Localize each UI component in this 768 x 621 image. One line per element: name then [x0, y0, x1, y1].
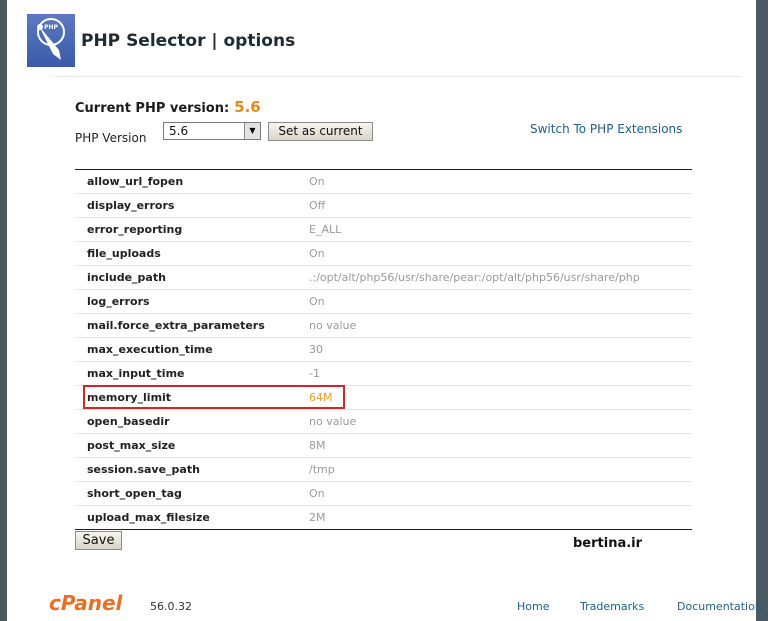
option-value[interactable]: no value: [309, 313, 692, 338]
watermark-text: bertina.ir: [573, 536, 643, 551]
option-name: include_path: [75, 265, 309, 290]
option-name: short_open_tag: [75, 481, 309, 506]
option-name: upload_max_filesize: [87, 511, 210, 524]
page: PHP PHP Selector | options Current PHP v…: [7, 0, 762, 621]
php-options-table: allow_url_fopen On display_errors Off erro…: [75, 169, 692, 530]
table-row: log_errors On: [75, 289, 692, 314]
option-value[interactable]: E_ALL: [309, 217, 692, 242]
option-value[interactable]: Off: [309, 193, 692, 218]
table-row: allow_url_fopen On: [75, 169, 692, 194]
option-value[interactable]: 30: [309, 337, 692, 362]
table-row: memory_limit 64M: [75, 385, 692, 410]
option-name: mail.force_extra_parameters: [75, 313, 309, 338]
switch-to-extensions-link[interactable]: Switch To PHP Extensions: [530, 122, 682, 136]
option-name: open_basedir: [75, 409, 309, 434]
table-row: short_open_tag On: [75, 481, 692, 506]
table-row: session.save_path/tmp: [75, 457, 692, 482]
php-version-select[interactable]: 5.6 ▼: [163, 122, 261, 140]
svg-text:PHP: PHP: [44, 24, 58, 31]
set-as-current-button[interactable]: Set as current: [268, 122, 373, 141]
option-name: memory_limit: [75, 385, 309, 410]
php-version-label: PHP Version: [75, 131, 147, 145]
option-value[interactable]: On: [309, 169, 692, 194]
option-name: session.save_path: [75, 457, 309, 482]
table-row: max_input_time -1: [75, 361, 692, 386]
table-row: error_reporting E_ALL: [75, 217, 692, 242]
table-row: display_errors Off: [75, 193, 692, 218]
footer-documentation-link[interactable]: Documentation: [677, 600, 762, 613]
option-name: file_uploads: [75, 241, 309, 266]
php-version-select-value: 5.6: [169, 124, 189, 138]
php-selector-logo-icon: PHP: [27, 14, 75, 67]
option-name: post_max_size: [75, 433, 309, 458]
footer-trademarks-link[interactable]: Trademarks: [580, 600, 644, 613]
table-row: upload_max_filesize 2M: [75, 506, 692, 530]
table-row: include_path .:/opt/alt/php56/usr/share/p…: [75, 265, 692, 290]
option-name: max_input_time: [75, 361, 309, 386]
option-value[interactable]: .:/opt/alt/php56/usr/share/pear:/opt/alt…: [309, 265, 692, 290]
option-value[interactable]: 8M: [309, 433, 692, 458]
table-row: max_execution_time 30: [75, 337, 692, 362]
option-name: error_reporting: [75, 217, 309, 242]
option-name: display_errors: [75, 193, 309, 218]
option-name: allow_url_fopen: [75, 169, 309, 194]
current-php-version: Current PHP version: 5.6: [75, 98, 261, 116]
option-value[interactable]: /tmp: [309, 457, 692, 482]
current-version-value: 5.6: [234, 98, 261, 116]
option-value[interactable]: On: [309, 289, 692, 314]
table-row: open_basedir no value: [75, 409, 692, 434]
option-value[interactable]: 64M: [309, 385, 692, 410]
option-value[interactable]: On: [309, 481, 692, 506]
option-name: max_execution_time: [75, 337, 309, 362]
cpanel-logo: cPanel: [49, 591, 123, 615]
option-name: log_errors: [75, 289, 309, 314]
chevron-down-icon[interactable]: ▼: [244, 123, 260, 139]
footer-home-link[interactable]: Home: [517, 600, 549, 613]
table-row: mail.force_extra_parameters no value: [75, 313, 692, 338]
cpanel-version: 56.0.32: [150, 600, 192, 613]
page-title: PHP Selector | options: [81, 31, 296, 51]
table-row: file_uploads On: [75, 241, 692, 266]
header: PHP PHP Selector | options: [27, 14, 747, 68]
option-value[interactable]: On: [309, 241, 692, 266]
option-value[interactable]: no value: [309, 409, 692, 434]
option-value[interactable]: 2M: [309, 506, 692, 530]
table-row: post_max_size 8M: [75, 433, 692, 458]
current-version-label: Current PHP version:: [75, 101, 230, 116]
option-value[interactable]: -1: [309, 361, 692, 386]
header-divider: [55, 76, 741, 77]
save-button[interactable]: Save: [75, 531, 122, 550]
